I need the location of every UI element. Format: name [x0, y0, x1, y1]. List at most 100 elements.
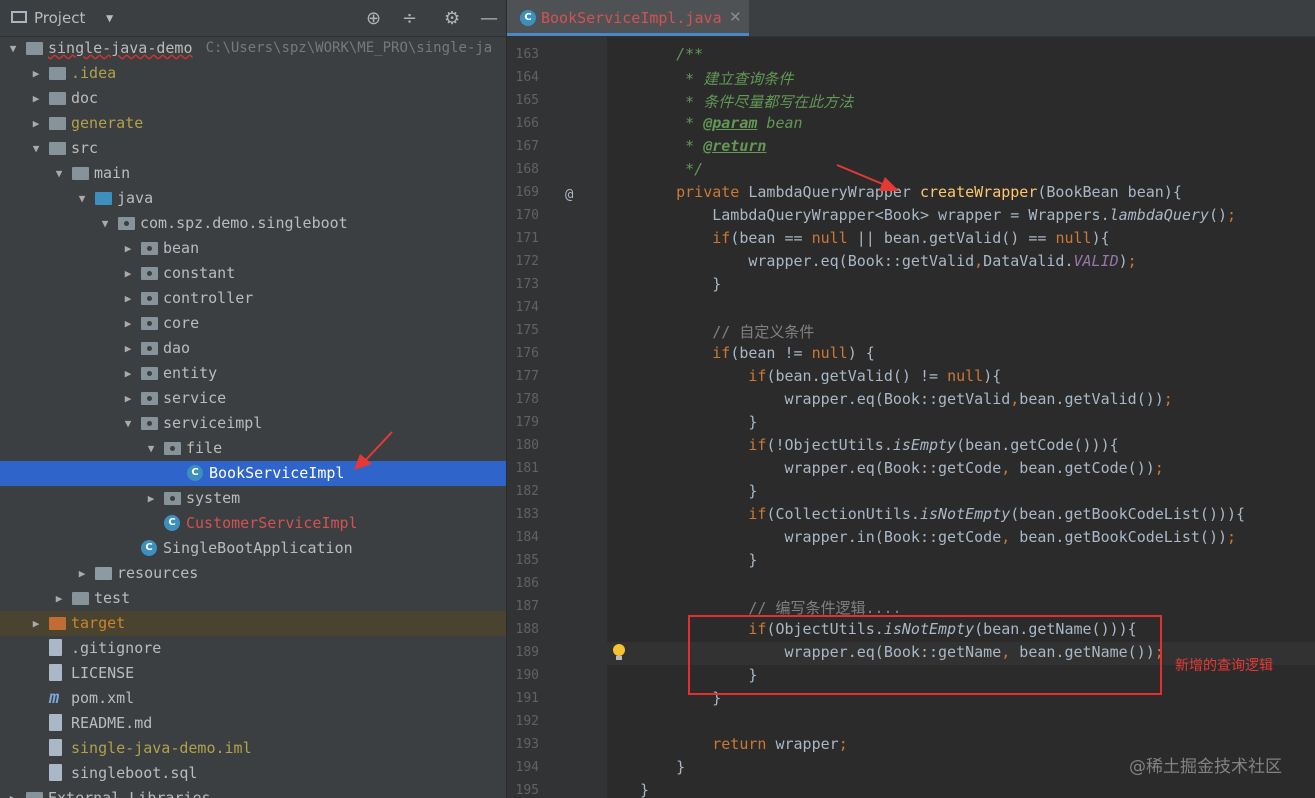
lightbulb-icon[interactable] [613, 644, 625, 660]
line-number[interactable]: 191 [507, 691, 539, 706]
line-number[interactable]: 180 [507, 438, 539, 453]
tree-item-resources[interactable]: ▶ resources [0, 561, 506, 586]
line-number[interactable]: 189 [507, 645, 539, 660]
expand-arrow-open-icon[interactable]: ▼ [121, 411, 135, 436]
code-line[interactable]: if(CollectionUtils.isNotEmpty(bean.getBo… [640, 505, 1245, 523]
tree-item-constant[interactable]: ▶ constant [0, 261, 506, 286]
expand-arrow-closed-icon[interactable]: ▶ [121, 361, 135, 386]
code-line[interactable]: */ [640, 160, 703, 178]
expand-arrow-closed-icon[interactable]: ▶ [29, 611, 43, 636]
line-number[interactable]: 174 [507, 300, 539, 315]
line-number[interactable]: 168 [507, 162, 539, 177]
tree-item-readme-md[interactable]: README.md [0, 711, 506, 736]
code-editor[interactable]: 163 /** 164 * 建立查询条件 165 * 条件尽量都写在此方法 166 *… [507, 37, 1315, 798]
expand-arrow-open-icon[interactable]: ▼ [6, 36, 20, 61]
expand-arrow-closed-icon[interactable]: ▶ [29, 61, 43, 86]
line-number[interactable]: 184 [507, 530, 539, 545]
code-line[interactable]: * @return [640, 137, 766, 155]
tree-item-pom-xml[interactable]: m pom.xml [0, 686, 506, 711]
tree-item-dao[interactable]: ▶ dao [0, 336, 506, 361]
tree-item-gitignore[interactable]: .gitignore [0, 636, 506, 661]
gear-icon[interactable]: ⚙ [444, 8, 460, 29]
tree-item-doc[interactable]: ▶ doc [0, 86, 506, 111]
tree-item-license[interactable]: LICENSE [0, 661, 506, 686]
expand-arrow-closed-icon[interactable]: ▶ [29, 111, 43, 136]
code-line[interactable]: if(bean != null) { [640, 344, 875, 362]
code-line[interactable]: wrapper.eq(Book::getValid,DataValid.VALI… [640, 252, 1136, 270]
expand-arrow-closed-icon[interactable]: ▶ [144, 486, 158, 511]
tree-item-system[interactable]: ▶ system [0, 486, 506, 511]
expand-arrow-open-icon[interactable]: ▼ [75, 186, 89, 211]
expand-arrow-closed-icon[interactable]: ▶ [75, 561, 89, 586]
code-line[interactable]: } [640, 275, 721, 293]
line-number[interactable]: 177 [507, 369, 539, 384]
expand-arrow-closed-icon[interactable]: ▶ [121, 311, 135, 336]
code-line[interactable]: /** [640, 45, 703, 63]
expand-arrow-closed-icon[interactable]: ▶ [121, 286, 135, 311]
code-line[interactable]: * @param bean [640, 114, 802, 132]
code-line[interactable]: // 自定义条件 [640, 321, 814, 342]
line-number[interactable]: 171 [507, 231, 539, 246]
line-number[interactable]: 181 [507, 461, 539, 476]
expand-arrow-closed-icon[interactable]: ▶ [121, 336, 135, 361]
line-number[interactable]: 187 [507, 599, 539, 614]
code-line[interactable]: } [640, 482, 757, 500]
line-number[interactable]: 172 [507, 254, 539, 269]
line-number[interactable]: 163 [507, 47, 539, 62]
tree-item-idea[interactable]: ▶ .idea [0, 61, 506, 86]
override-marker-icon[interactable]: @ [565, 187, 573, 203]
code-line[interactable]: return wrapper; [640, 735, 847, 753]
line-number[interactable]: 164 [507, 70, 539, 85]
close-icon[interactable]: ✕ [729, 8, 742, 26]
code-line[interactable]: if(!ObjectUtils.isEmpty(bean.getCode()))… [640, 436, 1118, 454]
expand-arrow-closed-icon[interactable]: ▶ [29, 86, 43, 111]
tree-item-single-java-demo[interactable]: ▼ single-java-demo C:\Users\spz\WORK\ME_PR… [0, 36, 506, 61]
line-number[interactable]: 182 [507, 484, 539, 499]
expand-arrow-closed-icon[interactable]: ▶ [121, 386, 135, 411]
tree-item-java[interactable]: ▼ java [0, 186, 506, 211]
line-number[interactable]: 175 [507, 323, 539, 338]
editor-tab-bookserviceimpl[interactable]: C BookServiceImpl.java ✕ [507, 0, 749, 36]
tree-item-singleboot-sql[interactable]: singleboot.sql [0, 761, 506, 786]
code-line[interactable]: wrapper.in(Book::getCode, bean.getBookCo… [640, 528, 1236, 546]
line-number[interactable]: 195 [507, 783, 539, 798]
code-line[interactable]: wrapper.eq(Book::getCode, bean.getCode()… [640, 459, 1163, 477]
tree-item-bean[interactable]: ▶ bean [0, 236, 506, 261]
code-line[interactable]: * 条件尽量都写在此方法 [640, 91, 853, 112]
line-number[interactable]: 169 [507, 185, 539, 200]
tree-item-customerserviceimpl[interactable]: C CustomerServiceImpl [0, 511, 506, 536]
code-line[interactable]: if(bean.getValid() != null){ [640, 367, 1001, 385]
expand-arrow-open-icon[interactable]: ▼ [98, 211, 112, 236]
line-number[interactable]: 170 [507, 208, 539, 223]
tree-item-controller[interactable]: ▶ controller [0, 286, 506, 311]
line-number[interactable]: 185 [507, 553, 539, 568]
tree-item-entity[interactable]: ▶ entity [0, 361, 506, 386]
line-number[interactable]: 178 [507, 392, 539, 407]
code-line[interactable]: } [640, 413, 757, 431]
line-number[interactable]: 194 [507, 760, 539, 775]
code-line[interactable]: * 建立查询条件 [640, 68, 793, 89]
line-number[interactable]: 192 [507, 714, 539, 729]
expand-arrow-closed-icon[interactable]: ▶ [6, 786, 20, 798]
line-number[interactable]: 188 [507, 622, 539, 637]
line-number[interactable]: 165 [507, 93, 539, 108]
code-line[interactable]: } [640, 551, 757, 569]
tree-item-generate[interactable]: ▶ generate [0, 111, 506, 136]
line-number[interactable]: 176 [507, 346, 539, 361]
tree-item-service[interactable]: ▶ service [0, 386, 506, 411]
code-line[interactable]: } [640, 781, 649, 798]
tree-item-bookserviceimpl[interactable]: C BookServiceImpl [0, 461, 506, 486]
line-number[interactable]: 166 [507, 116, 539, 131]
tree-item-core[interactable]: ▶ core [0, 311, 506, 336]
line-number[interactable]: 179 [507, 415, 539, 430]
tree-item-main[interactable]: ▼ main [0, 161, 506, 186]
tree-item-test[interactable]: ▶ test [0, 586, 506, 611]
tree-item-external-libraries[interactable]: ▶ External Libraries [0, 786, 506, 798]
code-line[interactable]: if(bean == null || bean.getValid() == nu… [640, 229, 1109, 247]
chevron-down-icon[interactable]: ▼ [106, 11, 113, 25]
line-number[interactable]: 186 [507, 576, 539, 591]
code-line[interactable]: private LambdaQueryWrapper createWrapper… [640, 183, 1182, 201]
line-number[interactable]: 167 [507, 139, 539, 154]
code-line[interactable]: } [640, 758, 685, 776]
line-number[interactable]: 173 [507, 277, 539, 292]
